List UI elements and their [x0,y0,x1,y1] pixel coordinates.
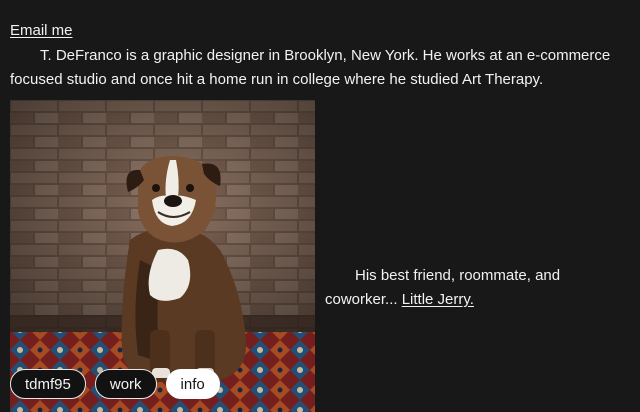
email-me-link[interactable]: Email me [10,22,73,39]
bottom-nav: tdmf95 work info [10,369,220,399]
nav-tdmf95-button[interactable]: tdmf95 [10,369,86,399]
bio-text: T. DeFranco is a graphic designer in Bro… [10,47,611,88]
little-jerry-link[interactable]: Little Jerry. [402,291,474,308]
dog-photo-illustration [10,100,315,412]
nav-work-button[interactable]: work [94,369,157,399]
dog-photo [10,100,315,412]
nav-info-button[interactable]: info [165,369,220,399]
caption: His best friend, roommate, and coworker.… [325,264,625,312]
